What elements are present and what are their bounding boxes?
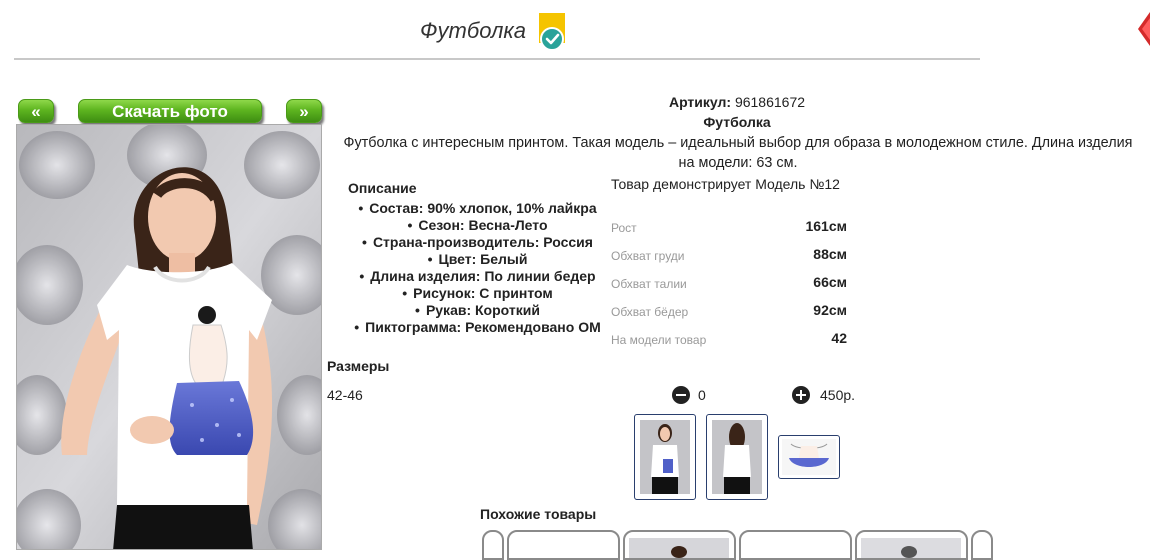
- spec-item: Пиктограмма: Рекомендовано ОМ: [330, 319, 625, 336]
- spec-item: Страна-производитель: Россия: [330, 234, 625, 251]
- similar-products-heading: Похожие товары: [480, 506, 597, 522]
- product-description: Футболка с интересным принтом. Такая мод…: [343, 135, 1133, 171]
- model-row-label: Рост: [611, 221, 637, 235]
- similar-next-button[interactable]: [971, 530, 993, 560]
- model-row-value: 42: [831, 330, 847, 346]
- specs-heading: Описание: [348, 180, 417, 196]
- model-row: Обхват груди 88см: [611, 246, 847, 266]
- header-divider: [14, 58, 980, 60]
- model-row: Рост 161см: [611, 218, 847, 238]
- main-product-photo: [16, 124, 322, 550]
- model-row-value: 92см: [813, 302, 847, 318]
- close-icon[interactable]: [1138, 12, 1150, 46]
- next-photo-button[interactable]: »: [286, 99, 322, 123]
- quantity-value: 0: [698, 387, 706, 403]
- similar-product-card[interactable]: [855, 530, 968, 560]
- model-row: Обхват бёдер 92см: [611, 302, 847, 322]
- article-label: Артикул:: [668, 94, 732, 110]
- plus-icon[interactable]: [792, 386, 810, 404]
- spec-item: Рисунок: С принтом: [330, 285, 625, 302]
- model-row: Обхват талии 66см: [611, 274, 847, 294]
- similar-product-card[interactable]: [739, 530, 852, 560]
- photo-thumbnail-print[interactable]: [778, 435, 840, 479]
- similar-prev-button[interactable]: [482, 530, 504, 560]
- spec-item: Сезон: Весна-Лето: [330, 217, 625, 234]
- product-name: Футболка: [703, 114, 771, 130]
- spec-item: Цвет: Белый: [330, 251, 625, 268]
- specs-list: Состав: 90% хлопок, 10% лайкра Сезон: Ве…: [330, 200, 625, 336]
- prev-photo-button[interactable]: «: [18, 99, 54, 123]
- article-value: 961861672: [734, 94, 806, 110]
- similar-product-card[interactable]: [507, 530, 620, 560]
- model-row-value: 88см: [813, 246, 847, 262]
- sizes-heading: Размеры: [327, 358, 390, 374]
- minus-icon[interactable]: [672, 386, 690, 404]
- model-row-label: На модели товар: [611, 333, 707, 347]
- model-row-label: Обхват груди: [611, 249, 685, 263]
- model-row-label: Обхват талии: [611, 277, 687, 291]
- model-heading: Товар демонстрирует Модель №12: [611, 176, 840, 192]
- model-row: На модели товар 42: [611, 330, 847, 350]
- page-title: Футболка: [420, 18, 526, 43]
- spec-item: Состав: 90% хлопок, 10% лайкра: [330, 200, 625, 217]
- photo-thumbnail-back[interactable]: [706, 414, 768, 500]
- model-row-value: 161см: [805, 218, 847, 234]
- article-line: Артикул: 961861672: [334, 94, 1140, 110]
- model-row-value: 66см: [813, 274, 847, 290]
- size-range: 42-46: [327, 387, 363, 403]
- similar-product-card[interactable]: [623, 530, 736, 560]
- spec-item: Длина изделия: По линии бедер: [330, 268, 625, 285]
- check-badge-icon: [538, 12, 566, 52]
- download-photo-button[interactable]: Скачать фото: [78, 99, 262, 123]
- price-value: 450р.: [820, 387, 856, 403]
- model-row-label: Обхват бёдер: [611, 305, 689, 319]
- photo-thumbnail-front[interactable]: [634, 414, 696, 500]
- spec-item: Рукав: Короткий: [330, 302, 625, 319]
